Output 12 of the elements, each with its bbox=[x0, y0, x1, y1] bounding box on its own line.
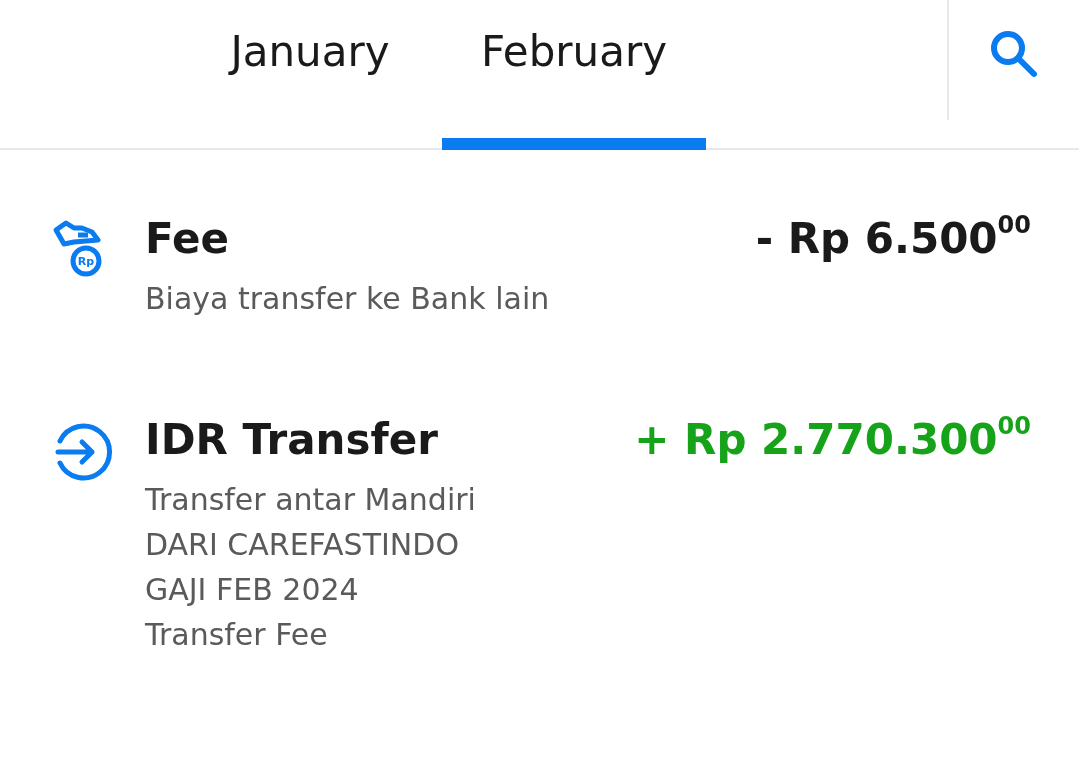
transaction-amount: - Rp 6.500$^{00}$ bbox=[755, 212, 1031, 265]
month-tab[interactable]: February bbox=[442, 0, 706, 150]
transaction-title: Fee bbox=[145, 213, 229, 265]
transaction-detail: Biaya transfer ke Bank lain bbox=[145, 280, 551, 318]
transaction-detail: GAJI FEB 2024 bbox=[145, 571, 360, 609]
search-icon[interactable] bbox=[988, 28, 1040, 80]
transaction-detail: Transfer antar Mandiri bbox=[145, 481, 477, 519]
transaction-title: IDR Transfer bbox=[145, 414, 438, 466]
month-tab[interactable]: January bbox=[178, 0, 442, 150]
transaction-detail: DARI CAREFASTINDO bbox=[145, 526, 460, 564]
transaction-amount: + Rp 2.770.300$^{00}$ bbox=[634, 413, 1031, 466]
transaction-detail: Transfer Fee bbox=[145, 616, 329, 654]
